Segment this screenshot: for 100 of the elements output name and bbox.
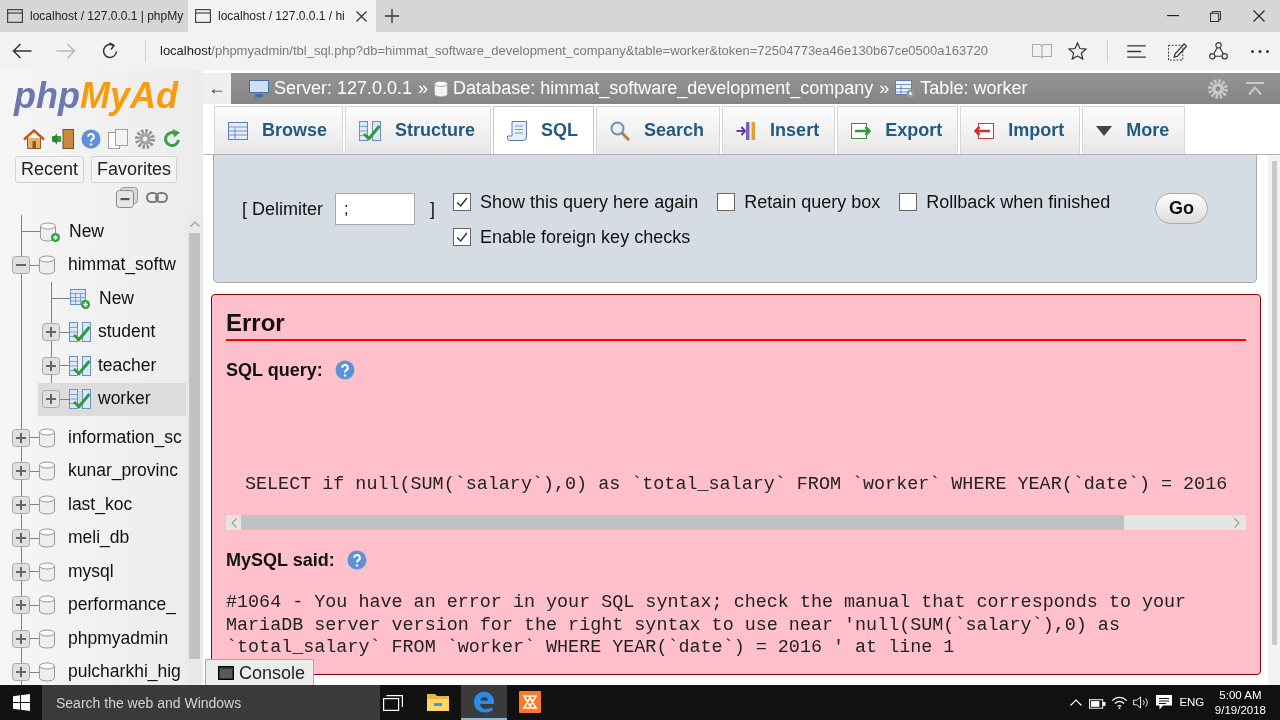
expand-icon[interactable] xyxy=(12,462,30,481)
tree-item[interactable]: phpmyadmin xyxy=(68,627,169,650)
expand-icon[interactable] xyxy=(42,323,60,342)
message-icon[interactable] xyxy=(1155,695,1172,710)
page-icon xyxy=(195,9,211,23)
wifi-icon[interactable] xyxy=(1111,696,1129,709)
list-lines-icon[interactable] xyxy=(1127,44,1146,58)
more-icon[interactable] xyxy=(1250,49,1269,53)
door-arrow-icon[interactable] xyxy=(52,129,74,149)
browser-tab[interactable]: localhost / 127.0.0.1 / hi xyxy=(188,0,376,32)
documents-icon[interactable] xyxy=(108,129,128,149)
tab-button[interactable]: Favorites xyxy=(91,156,178,183)
plus-icon[interactable] xyxy=(385,9,399,23)
expand-icon[interactable] xyxy=(12,562,30,581)
page-icon xyxy=(7,9,23,23)
expand-icon[interactable] xyxy=(12,529,30,548)
expand-icon[interactable] xyxy=(42,356,60,375)
collapse-all-icon[interactable] xyxy=(116,187,138,208)
tree-item[interactable]: student xyxy=(98,321,156,344)
window-close-icon[interactable] xyxy=(1252,10,1265,22)
caret-down-icon xyxy=(1096,125,1113,136)
tab[interactable]: SQL xyxy=(493,106,595,154)
chevron-up-icon[interactable] xyxy=(1069,699,1082,706)
tree-item[interactable]: pulcharkhi_hig xyxy=(68,661,181,684)
windows-logo-icon[interactable] xyxy=(12,694,30,711)
clock-date[interactable]: 9/19/2018 xyxy=(1214,702,1266,718)
delimiter-field[interactable]: ; xyxy=(335,193,415,225)
tree-item[interactable]: information_sc xyxy=(68,426,182,449)
help-icon xyxy=(334,360,355,380)
minimize-icon[interactable] xyxy=(1166,15,1179,17)
tab[interactable]: Structure xyxy=(345,106,492,154)
reload-icon[interactable] xyxy=(162,129,182,149)
scrollbar[interactable] xyxy=(186,215,203,685)
tree-item[interactable]: New xyxy=(69,220,104,243)
star-icon[interactable] xyxy=(1068,42,1087,60)
database-icon xyxy=(39,528,55,549)
tree-item[interactable]: last_koc xyxy=(68,493,133,516)
chain-link-icon[interactable] xyxy=(146,192,168,203)
collapse-sidebar-button[interactable]: ← xyxy=(203,73,231,104)
bracket-text: ] xyxy=(430,198,436,221)
tree-item[interactable]: himmat_softw xyxy=(68,254,176,277)
task-view-icon[interactable] xyxy=(383,694,403,711)
battery-icon[interactable] xyxy=(1089,696,1107,709)
delimiter-label: [ Delimiter xyxy=(242,198,323,221)
breadcrumb-separator: » xyxy=(879,77,890,100)
console-button[interactable]: Console xyxy=(205,659,315,685)
language-indicator[interactable]: ENG xyxy=(1180,695,1203,710)
chevron-left-icon xyxy=(231,517,237,528)
help-icon[interactable] xyxy=(81,129,101,149)
home-icon[interactable] xyxy=(23,129,45,149)
checkbox-label[interactable]: Retain query box xyxy=(744,190,881,214)
tab[interactable]: Export xyxy=(837,106,959,154)
restore-icon[interactable] xyxy=(1210,10,1221,22)
tree-item[interactable]: mysql xyxy=(68,560,114,583)
go-button[interactable]: Go xyxy=(1155,193,1208,224)
table-check-icon xyxy=(69,389,91,410)
refresh-icon[interactable] xyxy=(101,42,119,60)
pen-note-icon[interactable] xyxy=(1168,41,1187,61)
help-icon xyxy=(346,550,367,570)
tab[interactable]: Search xyxy=(596,106,721,154)
vertical-scrollbar[interactable] xyxy=(1268,155,1280,685)
tab[interactable]: Browse xyxy=(214,106,344,154)
checkbox[interactable] xyxy=(717,193,736,211)
tab[interactable]: Import xyxy=(960,106,1081,154)
tab[interactable]: Insert xyxy=(722,106,836,154)
tree-item[interactable]: kunar_provinc xyxy=(68,460,178,483)
checkbox-label[interactable]: Show this query here again xyxy=(480,190,699,214)
checkbox-label[interactable]: Enable foreign key checks xyxy=(480,225,691,249)
database-icon xyxy=(39,561,55,582)
tree-item[interactable]: performance_ xyxy=(68,594,176,617)
browser-logo-icon xyxy=(473,690,495,713)
horizontal-scrollbar[interactable] xyxy=(226,515,1246,530)
checkbox[interactable] xyxy=(453,228,472,246)
back-arrow-icon[interactable] xyxy=(12,43,32,59)
tree-item[interactable]: meli_db xyxy=(68,527,130,550)
collapse-icon[interactable] xyxy=(12,256,30,275)
tab-button[interactable]: Recent xyxy=(15,156,85,183)
tab[interactable]: More xyxy=(1082,106,1186,154)
tree-item[interactable]: New xyxy=(99,287,134,310)
expand-icon[interactable] xyxy=(12,596,30,615)
clock-time[interactable]: 5:00 AM xyxy=(1219,687,1262,703)
expand-icon[interactable] xyxy=(12,663,30,682)
expand-icon[interactable] xyxy=(12,428,30,447)
logo[interactable]: phpMyAd xyxy=(0,70,178,122)
checkbox[interactable] xyxy=(453,193,472,211)
expand-icon[interactable] xyxy=(12,495,30,514)
checkbox-label[interactable]: Rollback when finished xyxy=(926,190,1111,214)
tree-item[interactable]: teacher xyxy=(98,354,157,377)
expand-icon[interactable] xyxy=(42,390,60,409)
checkbox[interactable] xyxy=(899,193,918,211)
export-arrow-icon xyxy=(851,120,872,141)
browser-tab[interactable]: localhost / 127.0.0.1 | phpMy xyxy=(0,0,188,32)
error-heading: Error xyxy=(226,308,285,337)
insert-arrow-icon xyxy=(736,120,757,141)
settings-icon[interactable] xyxy=(135,129,155,149)
search-field[interactable]: Search the web and Windows xyxy=(42,685,380,720)
expand-icon[interactable] xyxy=(12,629,30,648)
close-icon[interactable] xyxy=(356,10,367,22)
speaker-icon[interactable] xyxy=(1133,696,1151,709)
share-icon[interactable] xyxy=(1209,42,1228,60)
